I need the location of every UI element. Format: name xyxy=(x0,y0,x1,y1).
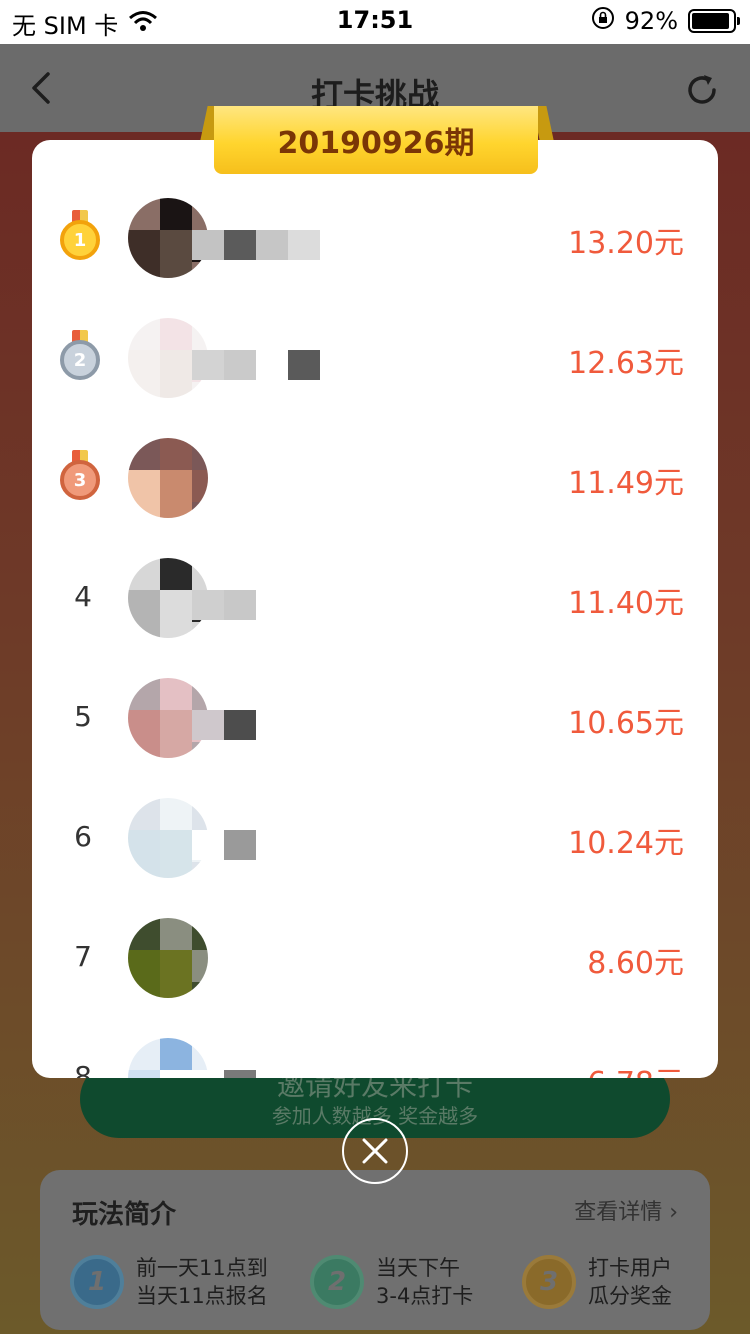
ranking-row: 6 10.24元 xyxy=(32,778,718,898)
close-icon xyxy=(362,1138,388,1164)
silver-medal-icon: 2 xyxy=(60,330,100,382)
gold-medal-icon: 1 xyxy=(60,210,100,262)
medal-rank-number: 2 xyxy=(60,340,100,380)
step-number-badge: 3 xyxy=(522,1255,576,1309)
prize-amount: 13.20元 xyxy=(568,226,684,261)
prize-amount: 11.40元 xyxy=(568,586,684,621)
prize-amount: 10.24元 xyxy=(568,826,684,861)
medal-rank-number: 1 xyxy=(60,220,100,260)
step-text-line2: 当天11点报名 xyxy=(136,1284,268,1308)
prize-amount: 8.60元 xyxy=(587,946,684,981)
ranking-row: 3 11.49元 xyxy=(32,418,718,538)
orientation-lock-icon xyxy=(591,6,615,36)
step-text-line2: 3-4点打卡 xyxy=(376,1284,474,1308)
step-text-line1: 前一天11点到 xyxy=(136,1256,268,1280)
rules-card: 玩法简介 查看详情 › 1 前一天11点到 当天11点报名 2 当天下午 3-4点打… xyxy=(40,1170,710,1330)
username-blurred xyxy=(192,230,320,260)
view-details-link[interactable]: 查看详情 › xyxy=(574,1194,678,1226)
bronze-medal-icon: 3 xyxy=(60,450,100,502)
username-blurred xyxy=(192,710,256,740)
rank-number: 7 xyxy=(74,940,92,973)
rules-title: 玩法简介 xyxy=(72,1200,177,1230)
avatar xyxy=(128,918,208,998)
username-blurred xyxy=(192,590,256,620)
step-text-line1: 当天下午 xyxy=(376,1256,460,1280)
battery-icon xyxy=(688,9,740,33)
ranking-row: 1 13.20元 xyxy=(32,178,718,298)
rule-step-1: 1 前一天11点到 当天11点报名 xyxy=(70,1254,268,1310)
period-banner: 20190926期 xyxy=(214,106,538,174)
step-number-badge: 2 xyxy=(310,1255,364,1309)
status-bar: 无 SIM 卡 17:51 92% xyxy=(0,0,750,44)
rank-number: 4 xyxy=(74,580,92,613)
step-number-badge: 1 xyxy=(70,1255,124,1309)
ranking-modal: 1 13.20元 2 12.63元 3 11.49元 4 11.40元 5 10.65元 6 10.2… xyxy=(32,140,718,1078)
ranking-row: 2 12.63元 xyxy=(32,298,718,418)
username-blurred xyxy=(192,1070,256,1078)
ranking-row: 5 10.65元 xyxy=(32,658,718,778)
rank-number: 5 xyxy=(74,700,92,733)
close-modal-button[interactable] xyxy=(342,1118,408,1184)
step-text-line1: 打卡用户 xyxy=(588,1256,672,1280)
rank-number: 8 xyxy=(74,1060,92,1078)
refresh-icon[interactable] xyxy=(682,70,722,110)
prize-amount: 11.49元 xyxy=(568,466,684,501)
rank-number: 6 xyxy=(74,820,92,853)
username-blurred xyxy=(192,830,256,860)
medal-rank-number: 3 xyxy=(60,460,100,500)
rule-step-2: 2 当天下午 3-4点打卡 xyxy=(310,1254,473,1310)
avatar xyxy=(128,438,208,518)
step-text-line2: 瓜分奖金 xyxy=(588,1284,672,1308)
prize-amount: 12.63元 xyxy=(568,346,684,381)
prize-amount: 6.78元 xyxy=(587,1058,684,1078)
ranking-row: 8 6.78元 xyxy=(32,1018,718,1078)
battery-percent: 92% xyxy=(624,7,678,35)
prize-amount: 10.65元 xyxy=(568,706,684,741)
username-blurred xyxy=(192,350,320,380)
rule-step-3: 3 打卡用户瓜分奖金 xyxy=(522,1254,672,1310)
ranking-row: 7 8.60元 xyxy=(32,898,718,1018)
ranking-row: 4 11.40元 xyxy=(32,538,718,658)
